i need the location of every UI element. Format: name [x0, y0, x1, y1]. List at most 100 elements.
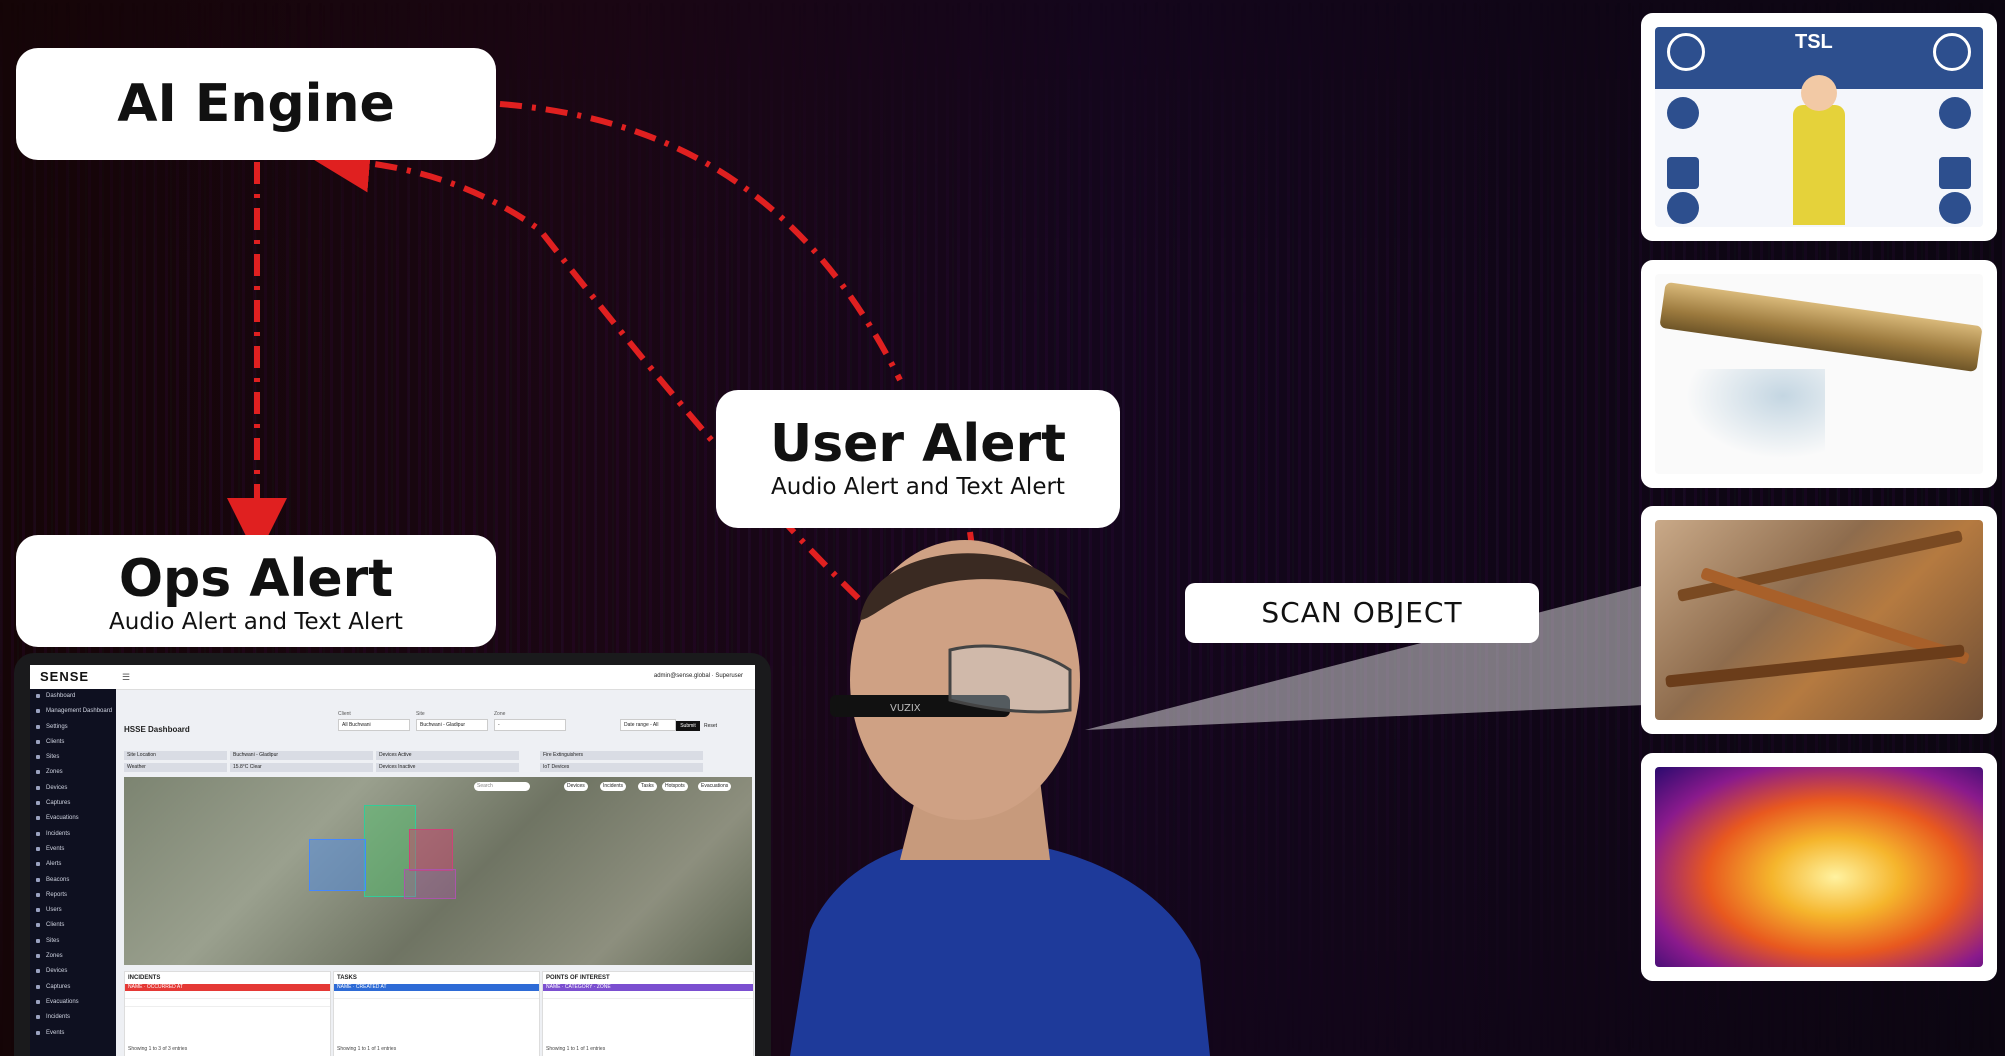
user-alert-card: User Alert Audio Alert and Text Alert — [716, 390, 1120, 528]
submit-button[interactable]: Submit — [676, 721, 700, 731]
table-row[interactable] — [334, 991, 539, 999]
worker-vest-figure — [1793, 105, 1845, 225]
user-alert-title: User Alert — [769, 414, 1067, 474]
vest-icon — [1667, 157, 1699, 189]
poi-panel: POINTS OF INTEREST NAME · CATEGORY · ZON… — [542, 971, 754, 1056]
dashboard-title: HSSE Dashboard — [124, 725, 190, 734]
tasks-title: TASKS — [337, 975, 357, 981]
devices-active: Devices Active — [376, 751, 519, 760]
menu-icon[interactable]: ☰ — [122, 672, 130, 683]
worker-shirt — [790, 838, 1210, 1056]
poi-header: NAME · CATEGORY · ZONE — [543, 984, 753, 991]
ops-alert-card: Ops Alert Audio Alert and Text Alert — [16, 535, 496, 647]
dashboard-main: HSSE Dashboard Client All Buchwani Site … — [120, 689, 755, 1056]
ai-engine-card: AI Engine — [16, 48, 496, 160]
sidebar-item[interactable]: Evacuations — [30, 811, 116, 826]
table-row[interactable] — [125, 991, 330, 999]
water-spray-figure — [1685, 369, 1825, 459]
pipe-figure — [1659, 281, 1983, 373]
incidents-panel: INCIDENTS NAME · OCCURRED AT Showing 1 t… — [124, 971, 331, 1056]
user-menu[interactable]: admin@sense.global · Superuser — [654, 673, 743, 679]
sense-logo: SENSE — [40, 669, 90, 684]
map-tag-devices[interactable]: Devices — [564, 782, 588, 791]
nail-figure — [1665, 644, 1965, 688]
sidebar-item[interactable]: Events — [30, 842, 116, 857]
sidebar-item[interactable]: Alerts — [30, 857, 116, 872]
map-zone-purple[interactable] — [404, 869, 456, 899]
sidebar-item[interactable]: Clients — [30, 735, 116, 750]
worker-with-smart-glasses: VUZIX — [790, 540, 1210, 1056]
ops-alert-subtitle: Audio Alert and Text Alert — [109, 609, 403, 635]
boots-icon — [1667, 192, 1699, 224]
map-tag-incidents[interactable]: Incidents — [600, 782, 627, 791]
tasks-footer: Showing 1 to 1 of 1 entries — [337, 1046, 397, 1052]
weather-label: Weather — [124, 763, 227, 772]
iot-devices: IoT Devices — [540, 763, 703, 772]
tasks-header: NAME · CREATED AT — [334, 984, 539, 991]
scan-object-label: SCAN OBJECT — [1261, 596, 1463, 629]
site-label: Site — [416, 711, 425, 717]
table-row[interactable] — [125, 999, 330, 1007]
sidebar-item[interactable]: Dashboard — [30, 689, 116, 704]
worker-face-figure — [1801, 75, 1837, 111]
sidebar-item[interactable]: Clients — [30, 918, 116, 933]
scan-object-card: SCAN OBJECT — [1185, 583, 1539, 643]
leaking-pipe-image — [1641, 260, 1997, 488]
map-tag-hotspots[interactable]: Hotspots — [662, 782, 688, 791]
zone-select[interactable]: - — [494, 719, 566, 731]
laptop-frame: SENSE ☰ admin@sense.global · Superuser D… — [14, 653, 771, 1056]
map-zone-red[interactable] — [409, 829, 453, 871]
site-location-label: Site Location — [124, 751, 227, 760]
sidebar-item[interactable]: Devices — [30, 781, 116, 796]
site-map[interactable]: Search Devices Incidents Tasks Hotspots … — [124, 777, 752, 965]
site-select[interactable]: Buchwani - Gladipur — [416, 719, 488, 731]
map-tag-tasks[interactable]: Tasks — [638, 782, 657, 791]
client-select[interactable]: All Buchwani — [338, 719, 410, 731]
sidebar-item[interactable]: Devices — [30, 964, 116, 979]
sidebar-item[interactable]: Reports — [30, 888, 116, 903]
ops-alert-title: Ops Alert — [118, 549, 394, 609]
arrow-ai-to-user — [499, 101, 903, 382]
poi-footer: Showing 1 to 1 of 1 entries — [546, 1046, 606, 1052]
nail-figure — [1676, 529, 1964, 603]
eye-protection-icon — [1667, 97, 1699, 129]
dashboard-screen: SENSE ☰ admin@sense.global · Superuser D… — [30, 665, 755, 1056]
map-tag-evacuations[interactable]: Evacuations — [698, 782, 732, 791]
tsl-brand: TSL — [1795, 31, 1833, 53]
incidents-title: INCIDENTS — [128, 975, 161, 981]
reset-button[interactable]: Reset — [704, 721, 717, 731]
table-row[interactable] — [543, 991, 753, 999]
zone-label: Zone — [494, 711, 506, 717]
map-zone-blue[interactable] — [309, 839, 366, 891]
fire-extinguishers: Fire Extinguishers — [540, 751, 703, 760]
sidebar-item[interactable]: Settings — [30, 720, 116, 735]
sidebar-item[interactable]: Captures — [30, 980, 116, 995]
helmet-strap-icon — [1933, 33, 1971, 71]
sidebar-item[interactable]: Sites — [30, 750, 116, 765]
tasks-panel: TASKS NAME · CREATED AT Showing 1 to 1 o… — [333, 971, 540, 1056]
dashboard-sidebar: Dashboard Management Dashboard Settings Cli… — [30, 689, 116, 1056]
fall-protection-icon — [1939, 192, 1971, 224]
helmet-icon — [1667, 33, 1705, 71]
thermal-image — [1641, 753, 1997, 981]
sidebar-item[interactable]: Sites — [30, 934, 116, 949]
sidebar-item[interactable]: Incidents — [30, 827, 116, 842]
sidebar-item[interactable]: Events — [30, 1026, 116, 1041]
sidebar-item[interactable]: Management Dashboard — [30, 704, 116, 719]
map-search-input[interactable]: Search — [474, 782, 530, 791]
sidebar-item[interactable]: Zones — [30, 765, 116, 780]
ai-engine-title: AI Engine — [117, 74, 395, 134]
incidents-footer: Showing 1 to 3 of 3 entries — [128, 1046, 188, 1052]
incidents-header: NAME · OCCURRED AT — [125, 984, 330, 991]
site-location-value: Buchwani - Gladipur — [230, 751, 373, 760]
sidebar-item[interactable]: Users — [30, 903, 116, 918]
sidebar-item[interactable]: Captures — [30, 796, 116, 811]
sidebar-item[interactable]: Zones — [30, 949, 116, 964]
sidebar-item[interactable]: Evacuations — [30, 995, 116, 1010]
rusty-nails-image — [1641, 506, 1997, 734]
sidebar-item[interactable]: Incidents — [30, 1010, 116, 1025]
date-range-select[interactable]: Date range - All — [620, 719, 676, 731]
sidebar-item[interactable]: Beacons — [30, 873, 116, 888]
ppe-sign-image: TSL — [1641, 13, 1997, 241]
user-alert-subtitle: Audio Alert and Text Alert — [771, 474, 1065, 500]
